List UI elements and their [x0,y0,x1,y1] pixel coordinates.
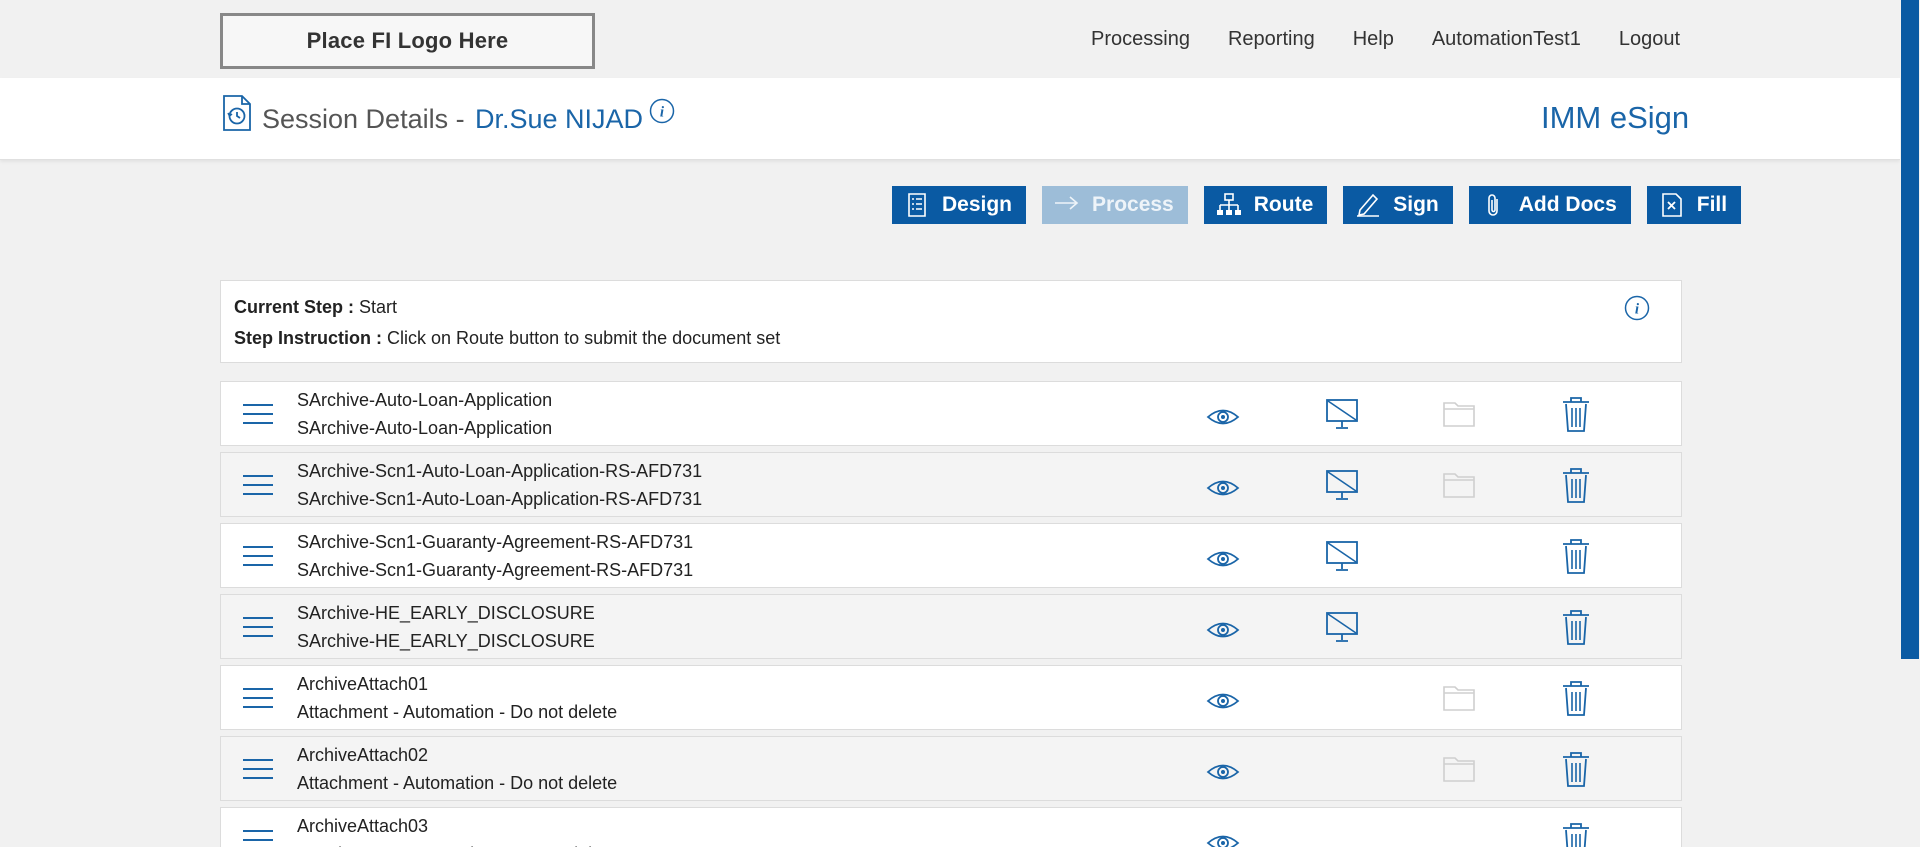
session-user-name: Dr.Sue NIJAD [475,104,644,134]
delete-trash-icon[interactable] [1561,608,1591,646]
process-button-label: Process [1092,193,1174,216]
current-step-label: Current Step : [234,297,355,317]
document-title: SArchive-HE_EARLY_DISCLOSURE [297,603,595,623]
sign-button[interactable]: Sign [1343,186,1453,224]
preview-eye-icon[interactable] [1206,471,1240,505]
form-fill-icon [1661,193,1682,217]
document-row[interactable]: SArchive-Scn1-Guaranty-Agreement-RS-AFD7… [220,523,1682,588]
step-info-panel: Current Step : Start Step Instruction : … [220,280,1682,363]
top-navbar: Place FI Logo Here Processing Reporting … [0,0,1920,78]
folder-icon[interactable] [1442,468,1476,502]
document-title: SArchive-Scn1-Auto-Loan-Application-RS-A… [297,461,703,481]
main-nav: Processing Reporting Help AutomationTest… [1091,28,1680,51]
document-title: SArchive-Scn1-Guaranty-Agreement-RS-AFD7… [297,532,694,552]
monitor-disabled-icon[interactable] [1325,397,1359,431]
delete-trash-icon[interactable] [1561,537,1591,575]
nav-help[interactable]: Help [1353,28,1394,51]
step-instruction: Step Instruction : Click on Route button… [234,328,780,349]
design-button-label: Design [942,193,1013,216]
scrollbar-thumb[interactable] [1901,0,1919,659]
preview-eye-icon[interactable] [1206,826,1240,847]
document-row[interactable]: ArchiveAttach02 Attachment - Automation -… [220,736,1682,801]
drag-handle-icon[interactable] [242,403,274,425]
folder-icon[interactable] [1442,752,1476,786]
document-row[interactable]: SArchive-Scn1-Auto-Loan-Application-RS-A… [220,452,1682,517]
route-button-label: Route [1253,193,1314,216]
delete-trash-icon[interactable] [1561,466,1591,504]
page-title: Session Details - [262,104,465,134]
document-subtitle: Attachment - Automation - Do not delete [297,773,618,793]
drag-handle-icon[interactable] [242,687,274,709]
preview-eye-icon[interactable] [1206,400,1240,434]
document-title: ArchiveAttach02 [297,745,429,765]
step-instruction-label: Step Instruction : [234,328,382,348]
nav-logout[interactable]: Logout [1619,28,1680,51]
sign-button-label: Sign [1393,193,1439,216]
current-step-value: Start [354,297,398,317]
document-subtitle: SArchive-Scn1-Guaranty-Agreement-RS-AFD7… [297,560,694,580]
info-icon[interactable]: i [1624,295,1650,321]
page-scrollbar[interactable] [1900,0,1920,847]
drag-handle-icon[interactable] [242,758,274,780]
current-step: Current Step : Start [234,297,397,318]
document-row[interactable]: SArchive-HE_EARLY_DISCLOSURE SArchive-HE_… [220,594,1682,659]
add-docs-button-label: Add Docs [1518,193,1617,216]
delete-trash-icon[interactable] [1561,821,1591,847]
monitor-disabled-icon[interactable] [1325,610,1359,644]
brand-name: IMM eSign [1541,100,1690,135]
svg-text:i: i [660,105,665,121]
pen-icon [1357,193,1380,217]
action-toolbar: Design Process Route Sign Add Docs Fill [892,186,1742,224]
delete-trash-icon[interactable] [1561,750,1591,788]
drag-handle-icon[interactable] [242,474,274,496]
session-header: Session Details - Dr.Sue NIJAD i IMM eSi… [0,78,1900,160]
document-subtitle: SArchive-Auto-Loan-Application [297,418,553,438]
preview-eye-icon[interactable] [1206,613,1240,647]
info-icon[interactable]: i [649,98,675,124]
fill-button[interactable]: Fill [1646,186,1742,224]
document-row[interactable]: ArchiveAttach01 Attachment - Automation -… [220,665,1682,730]
document-title: SArchive-Auto-Loan-Application [297,390,553,410]
monitor-disabled-icon[interactable] [1325,468,1359,502]
fill-button-label: Fill [1696,193,1728,216]
document-list: SArchive-Auto-Loan-Application SArchive-A… [220,381,1682,847]
document-row[interactable]: SArchive-Auto-Loan-Application SArchive-A… [220,381,1682,446]
checklist-icon [908,193,926,217]
preview-eye-icon[interactable] [1206,684,1240,718]
route-button[interactable]: Route [1203,186,1328,224]
delete-trash-icon[interactable] [1561,679,1591,717]
folder-icon[interactable] [1442,681,1476,715]
org-chart-icon [1216,193,1241,215]
nav-processing[interactable]: Processing [1091,28,1190,51]
drag-handle-icon[interactable] [242,616,274,638]
preview-eye-icon[interactable] [1206,542,1240,576]
preview-eye-icon[interactable] [1206,755,1240,789]
add-docs-button[interactable]: Add Docs [1468,186,1631,224]
svg-text:i: i [1635,302,1640,318]
nav-reporting[interactable]: Reporting [1228,28,1315,51]
nav-user[interactable]: AutomationTest1 [1432,28,1581,51]
monitor-disabled-icon[interactable] [1325,539,1359,573]
document-subtitle: Attachment - Automation - Do not delete [297,702,618,722]
document-title: ArchiveAttach01 [297,674,429,694]
delete-trash-icon[interactable] [1561,395,1591,433]
document-title: ArchiveAttach03 [297,816,429,836]
document-subtitle: SArchive-HE_EARLY_DISCLOSURE [297,631,595,651]
document-subtitle: SArchive-Scn1-Auto-Loan-Application-RS-A… [297,489,703,509]
drag-handle-icon[interactable] [242,545,274,567]
paperclip-icon [1487,194,1498,216]
step-instruction-value: Click on Route button to submit the docu… [382,328,781,348]
drag-handle-icon[interactable] [242,829,274,847]
arrow-right-icon [1055,196,1079,210]
design-button[interactable]: Design [892,186,1027,224]
document-row[interactable]: ArchiveAttach03Attachment - Automation -… [220,807,1682,847]
session-history-icon [223,95,251,131]
process-button[interactable]: Process [1042,186,1188,224]
folder-icon[interactable] [1442,397,1476,431]
logo-placeholder: Place FI Logo Here [220,13,595,69]
